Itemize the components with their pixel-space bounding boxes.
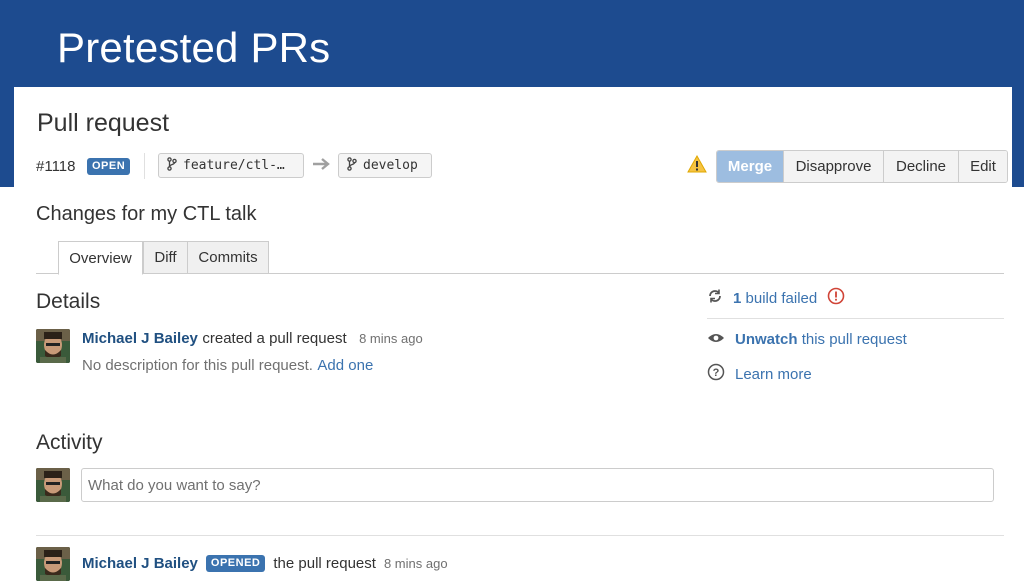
unwatch-text[interactable]: this pull request [802,331,907,348]
event-text: the pull request [273,555,376,572]
error-icon [827,287,845,309]
status-badge: OPEN [87,158,131,175]
arrow-right-icon [312,157,332,176]
comment-input[interactable] [81,468,994,502]
learn-more-link[interactable]: Learn more [735,366,812,383]
activity-divider [36,535,1004,536]
disapprove-button[interactable]: Disapprove [784,151,884,182]
created-text: created a pull request [202,330,347,347]
build-status[interactable]: 1 build failed [707,287,845,309]
sidebar-divider [707,318,1004,319]
add-description-link[interactable]: Add one [317,357,373,374]
branch-icon [167,156,177,175]
author-link[interactable]: Michael J Bailey [82,330,198,347]
build-status-text[interactable]: build failed [746,290,818,307]
learn-more-row: ? Learn more [707,363,812,385]
source-branch-lozenge[interactable]: feature/ctl-… [158,153,304,178]
svg-text:?: ? [713,367,720,379]
pr-number: #1118 [36,158,76,175]
unwatch-link[interactable]: Unwatch [735,331,798,348]
opened-badge: OPENED [205,555,266,572]
pr-action-buttons: Merge Disapprove Decline Edit [716,150,1008,183]
pull-request-panel: Pull request #1118 OPEN feature/ctl-… de… [14,87,1012,581]
tab-diff[interactable]: Diff [143,241,188,274]
watch-row: Unwatch this pull request [707,331,907,348]
created-time[interactable]: 8 mins ago [359,331,423,346]
target-branch-name: develop [363,158,418,173]
help-icon: ? [707,363,725,385]
divider [144,153,145,179]
build-count[interactable]: 1 [733,290,741,307]
details-created-row: Michael J Bailey created a pull request … [82,330,423,348]
avatar[interactable] [36,329,70,363]
avatar[interactable] [36,468,70,502]
slide-title: Pretested PRs [57,24,331,71]
edit-button[interactable]: Edit [959,151,1007,182]
pr-title: Changes for my CTL talk [36,203,257,225]
build-refresh-icon [707,288,723,308]
tab-commits[interactable]: Commits [187,241,269,274]
activity-event-row: Michael J Bailey OPENED the pull request… [82,555,448,572]
description-row: No description for this pull request. Ad… [82,357,373,375]
event-author-link[interactable]: Michael J Bailey [82,555,198,572]
target-branch-lozenge[interactable]: develop [338,153,432,178]
decline-button[interactable]: Decline [884,151,959,182]
warning-icon[interactable] [687,154,707,178]
no-description-text: No description for this pull request. [82,357,313,374]
source-branch-name: feature/ctl-… [183,158,285,173]
activity-heading: Activity [36,431,103,454]
details-heading: Details [36,290,101,313]
merge-button[interactable]: Merge [717,151,784,182]
branch-icon [347,156,357,175]
page-title: Pull request [37,109,170,137]
eye-icon [707,331,725,348]
event-time[interactable]: 8 mins ago [384,556,448,571]
tab-overview[interactable]: Overview [58,241,143,275]
